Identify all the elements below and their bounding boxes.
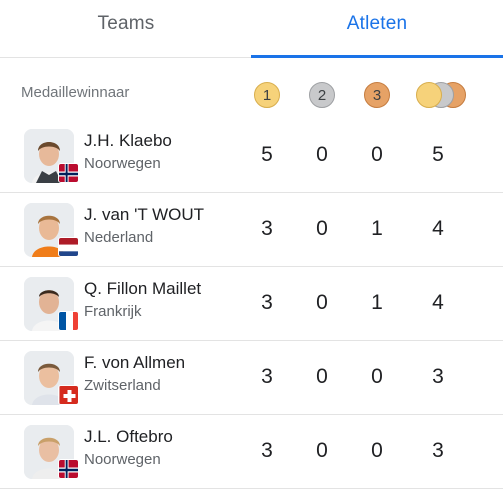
athlete-avatar [24, 129, 79, 183]
total-count: 3 [432, 365, 444, 388]
medal-winner-column-label: Medaillewinnaar [21, 84, 130, 101]
gold-count: 5 [261, 143, 273, 166]
athlete-row[interactable]: J.L. Oftebro Noorwegen 3 0 0 3 [0, 415, 503, 489]
athlete-country: Noorwegen [84, 155, 161, 172]
silver-medal-icon: 2 [309, 82, 335, 108]
netherlands-flag-icon [58, 237, 79, 257]
total-count: 3 [432, 439, 444, 462]
norway-flag-icon [58, 459, 79, 479]
france-flag-icon [58, 311, 79, 331]
athlete-avatar [24, 277, 79, 331]
athlete-avatar [24, 425, 79, 479]
silver-count: 0 [316, 217, 328, 240]
athlete-name: F. von Allmen [84, 353, 186, 372]
bronze-count: 1 [371, 217, 383, 240]
total-count: 4 [432, 291, 444, 314]
bronze-count: 1 [371, 291, 383, 314]
athlete-name: J.L. Oftebro [84, 427, 173, 446]
gold-medal-icon: 1 [254, 82, 280, 108]
bronze-count: 0 [371, 143, 383, 166]
tab-atleten[interactable]: Atleten [251, 0, 503, 58]
athlete-country: Noorwegen [84, 451, 161, 468]
gold-count: 3 [261, 291, 273, 314]
tab-bar: Teams Atleten [0, 0, 503, 58]
silver-count: 0 [316, 143, 328, 166]
total-medals-icon [416, 82, 470, 108]
active-tab-indicator [251, 55, 503, 58]
athlete-country: Frankrijk [84, 303, 142, 320]
athlete-avatar [24, 203, 79, 257]
gold-count: 3 [261, 365, 273, 388]
gold-count: 3 [261, 439, 273, 462]
athlete-row[interactable]: F. von Allmen Zwitserland 3 0 0 3 [0, 341, 503, 415]
total-count: 4 [432, 217, 444, 240]
athlete-name: J.H. Klaebo [84, 131, 172, 150]
gold-count: 3 [261, 217, 273, 240]
athlete-country: Nederland [84, 229, 154, 246]
silver-count: 0 [316, 365, 328, 388]
silver-count: 0 [316, 291, 328, 314]
bronze-count: 0 [371, 365, 383, 388]
silver-count: 0 [316, 439, 328, 462]
tab-teams[interactable]: Teams [0, 0, 252, 58]
norway-flag-icon [58, 163, 79, 183]
bronze-count: 0 [371, 439, 383, 462]
bronze-medal-icon: 3 [364, 82, 390, 108]
athlete-name: Q. Fillon Maillet [84, 279, 202, 298]
athlete-row[interactable]: J. van 'T WOUT Nederland 3 0 1 4 [0, 193, 503, 267]
athlete-row[interactable]: Q. Fillon Maillet Frankrijk 3 0 1 4 [0, 267, 503, 341]
switzerland-flag-icon [58, 385, 79, 405]
total-count: 5 [432, 143, 444, 166]
athlete-avatar [24, 351, 79, 405]
athlete-name: J. van 'T WOUT [84, 205, 205, 224]
athlete-row[interactable]: J.H. Klaebo Noorwegen 5 0 0 5 [0, 119, 503, 193]
athlete-country: Zwitserland [84, 377, 161, 394]
